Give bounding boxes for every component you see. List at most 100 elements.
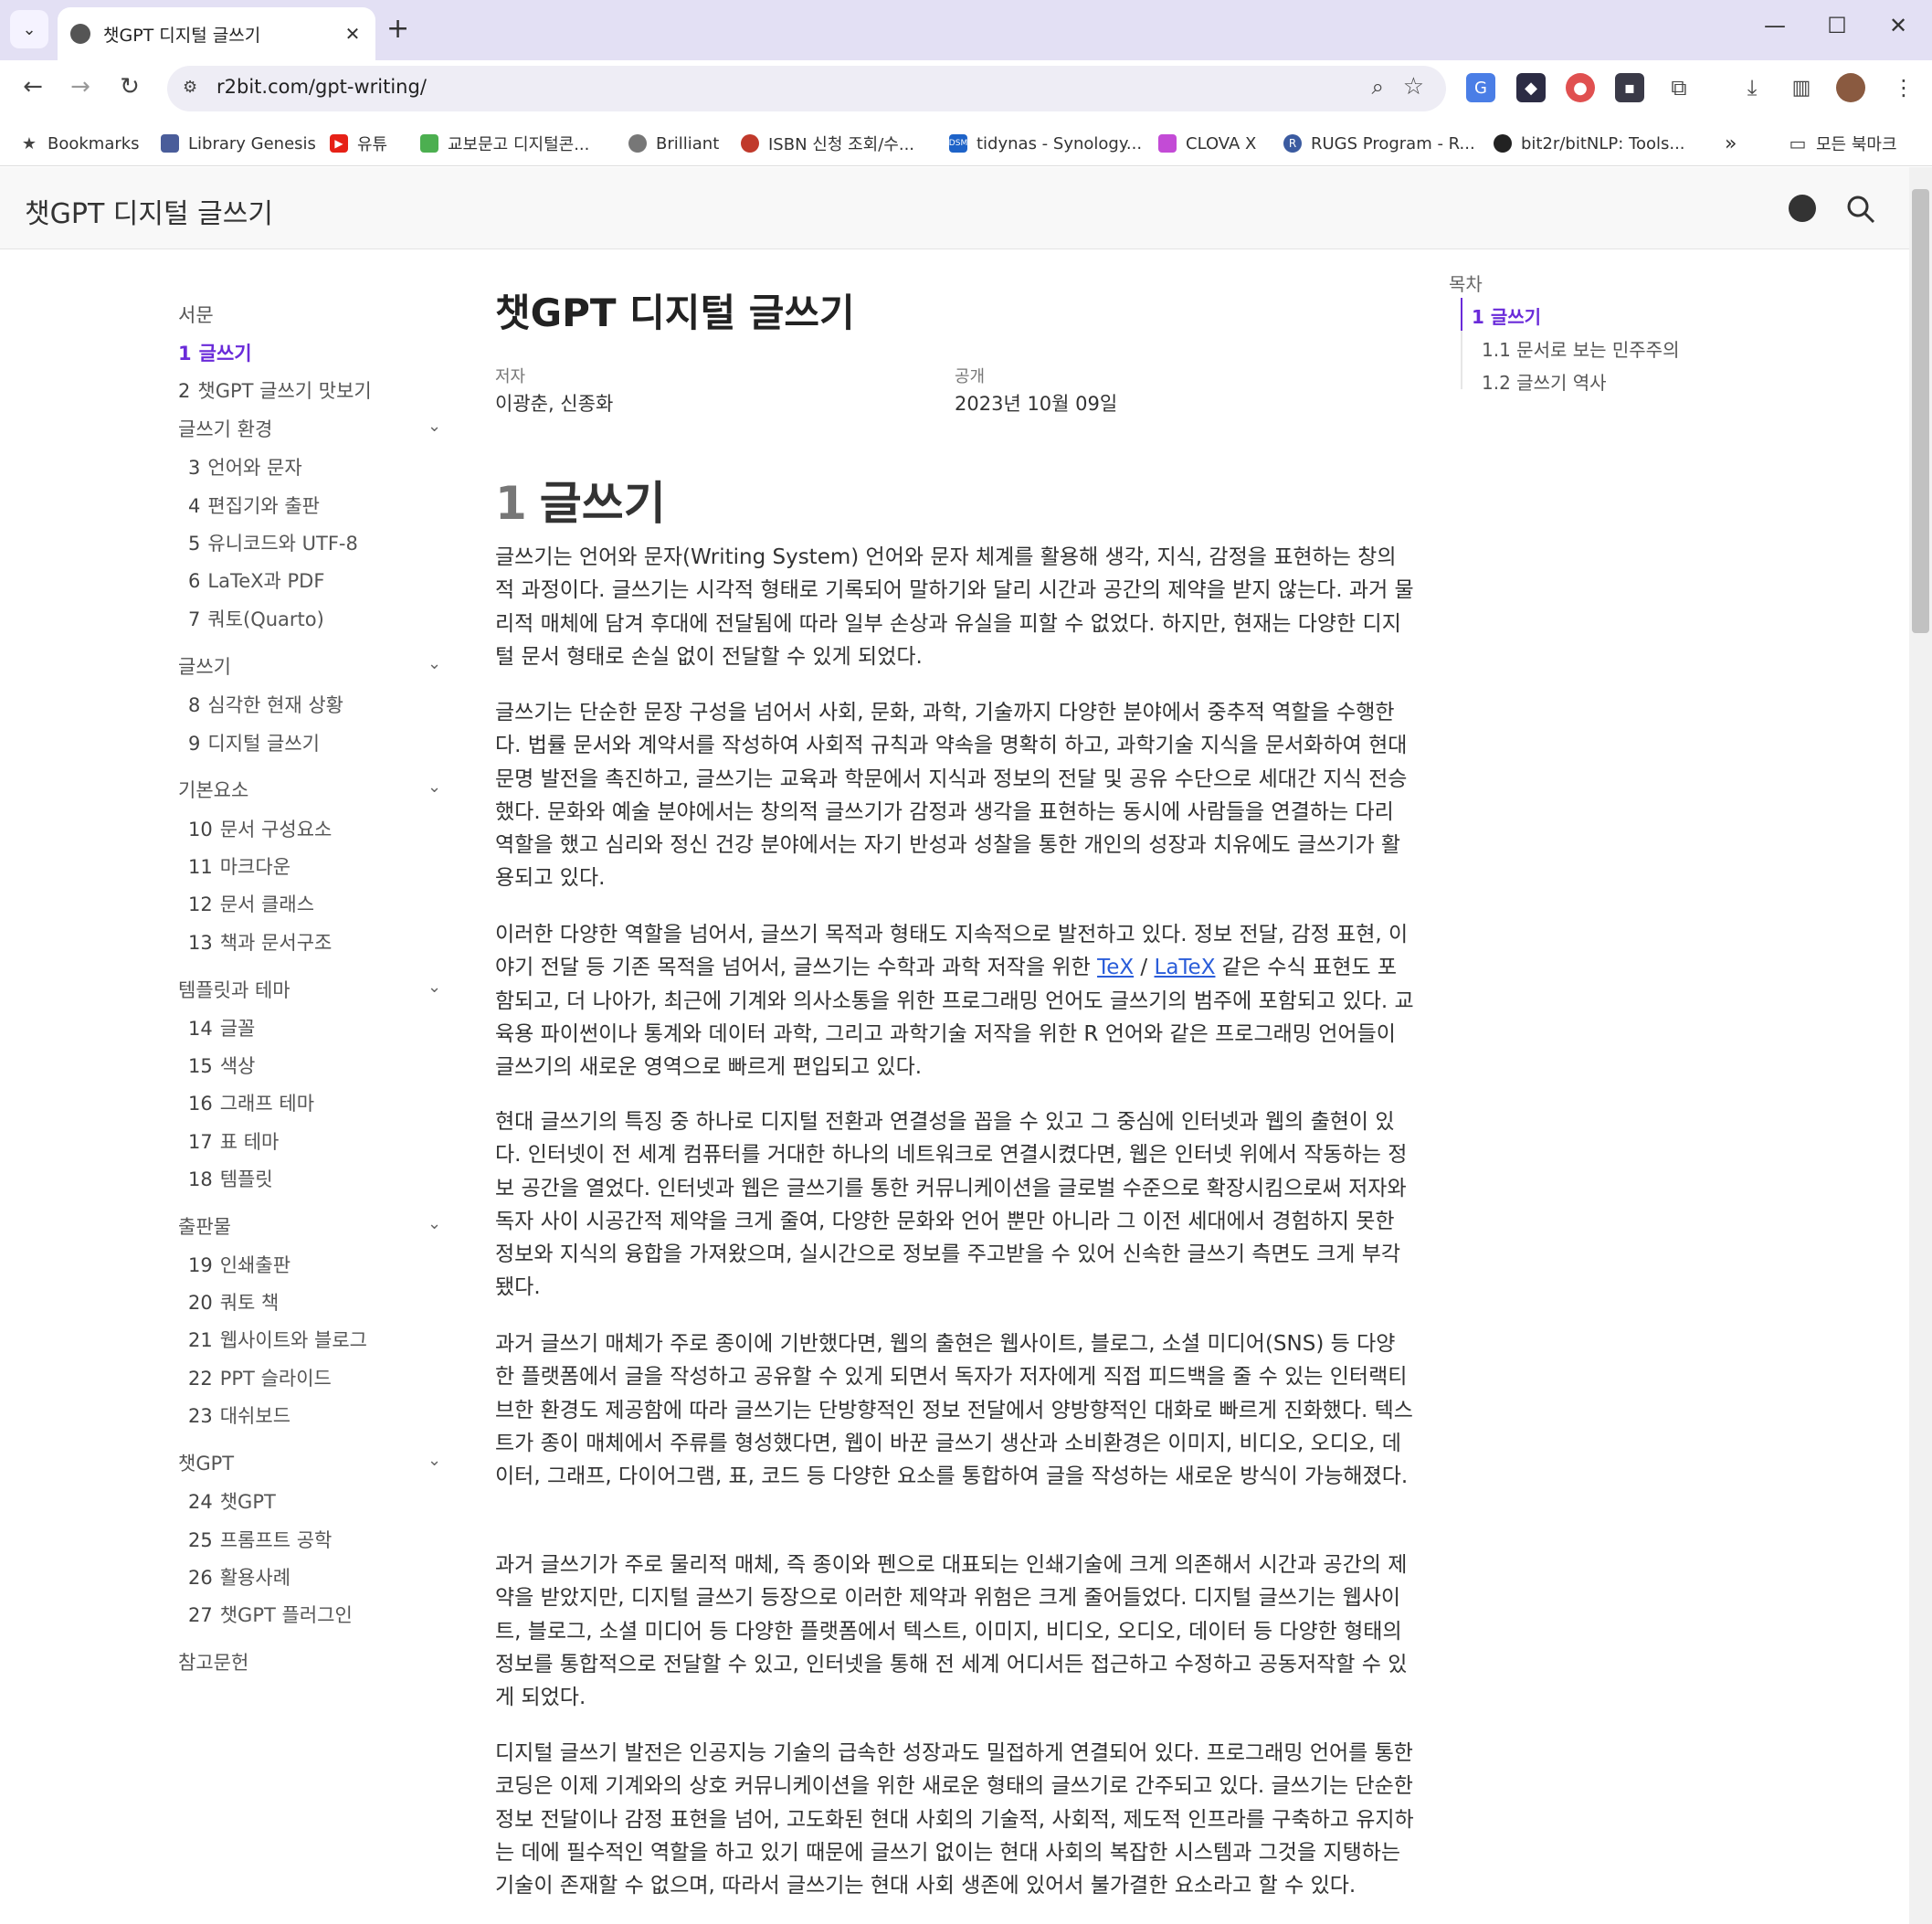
- all-bookmarks-folder[interactable]: ▭ 모든 북마크: [1789, 130, 1897, 157]
- page-content: 챗GPT 디지털 글쓰기 서문 1 글쓰기 2 챗GPT 글쓰기 맛보기 글쓰기 환…: [0, 167, 1909, 1924]
- sidebar-item[interactable]: 3 언어와 문자: [188, 453, 302, 481]
- chevron-down-icon[interactable]: ⌄: [428, 417, 441, 436]
- bookmark-item[interactable]: ISBN 신청 조회/수...: [741, 130, 914, 157]
- bookmark-item[interactable]: Brilliant: [628, 130, 719, 157]
- chevron-down-icon[interactable]: ⌄: [428, 978, 441, 997]
- author-value: 이광춘, 신종화: [495, 393, 614, 415]
- isbn-icon: [741, 134, 759, 153]
- bookmark-item[interactable]: R RUGS Program - R...: [1283, 130, 1475, 157]
- minimize-button[interactable]: —: [1757, 13, 1793, 38]
- github-icon: [1494, 134, 1512, 153]
- site-info-icon[interactable]: ⚙: [183, 78, 205, 100]
- close-window-button[interactable]: ✕: [1880, 13, 1916, 38]
- close-tab-icon[interactable]: ✕: [343, 23, 363, 45]
- puzzle-extensions-icon[interactable]: ⧉: [1664, 73, 1694, 102]
- address-bar[interactable]: ⚙ r2bit.com/gpt-writing/ ⌕ ☆: [167, 66, 1446, 111]
- back-button[interactable]: ←: [16, 73, 49, 100]
- sidebar-section-title[interactable]: 출판물: [178, 1212, 231, 1240]
- sidebar-item[interactable]: 23 대쉬보드: [188, 1401, 290, 1429]
- latex-link[interactable]: LaTeX: [1155, 956, 1216, 979]
- sidebar-item[interactable]: 9 디지털 글쓰기: [188, 729, 320, 756]
- sidebar-item[interactable]: 25 프롬프트 공학: [188, 1526, 332, 1553]
- menu-icon[interactable]: ⋮: [1889, 73, 1918, 102]
- sidebar-intro[interactable]: 서문: [178, 301, 214, 328]
- sidebar-item[interactable]: 2 챗GPT 글쓰기 맛보기: [178, 376, 372, 404]
- url-text[interactable]: r2bit.com/gpt-writing/: [216, 76, 427, 98]
- rugs-icon: R: [1283, 134, 1302, 153]
- sidebar-item[interactable]: 19 인쇄출판: [188, 1251, 290, 1278]
- bookmark-item[interactable]: 교보문고 디지털콘...: [420, 130, 589, 157]
- shield-extension-icon[interactable]: ◆: [1516, 73, 1546, 102]
- bookmark-item[interactable]: Library Genesis: [161, 130, 316, 157]
- bookmarks-bar: ★ Bookmarks Library Genesis ▶ 유튜 교보문고 디지털콘…: [0, 119, 1932, 166]
- maximize-button[interactable]: ☐: [1819, 13, 1855, 38]
- sidebar-item[interactable]: 15 색상: [188, 1052, 255, 1079]
- forward-button[interactable]: →: [64, 73, 97, 100]
- color-extension-icon[interactable]: ●: [1566, 73, 1595, 102]
- toc-rail-active: [1461, 298, 1462, 331]
- sidebar-section-title[interactable]: 기본요소: [178, 776, 248, 803]
- sidebar-item[interactable]: 14 글꼴: [188, 1014, 255, 1041]
- sidebar-item[interactable]: 4 편집기와 출판: [188, 492, 320, 519]
- search-icon[interactable]: [1846, 195, 1875, 224]
- sidebar-section-title[interactable]: 템플릿과 테마: [178, 976, 290, 1003]
- sidebar-item[interactable]: 16 그래프 테마: [188, 1089, 314, 1116]
- sidebar-item[interactable]: 22 PPT 슬라이드: [188, 1364, 332, 1391]
- toc-item[interactable]: 1.1 문서로 보는 민주주의: [1482, 335, 1679, 362]
- github-icon[interactable]: [1789, 195, 1816, 222]
- bookmark-item[interactable]: ★ Bookmarks: [20, 130, 140, 157]
- sidebar-item[interactable]: 12 문서 클래스: [188, 890, 314, 917]
- side-panel-icon[interactable]: ▥: [1787, 73, 1816, 102]
- sidebar-item[interactable]: 27 챗GPT 플러그인: [188, 1601, 353, 1628]
- reload-button[interactable]: ↻: [113, 73, 146, 100]
- chevron-down-icon[interactable]: ⌄: [428, 654, 441, 673]
- zoom-icon[interactable]: ⌕: [1372, 74, 1384, 100]
- sidebar-item[interactable]: 11 마크다운: [188, 852, 290, 880]
- sidebar-item-active[interactable]: 1 글쓰기: [178, 339, 252, 366]
- page-title: 챗GPT 디지털 글쓰기: [495, 291, 855, 335]
- sidebar-section-title[interactable]: 챗GPT: [178, 1449, 234, 1476]
- bookmark-item[interactable]: bit2r/bitNLP: Tools...: [1494, 130, 1685, 157]
- bookmark-item[interactable]: DSM tidynas - Synology...: [949, 130, 1142, 157]
- tab-search-button[interactable]: ⌄: [10, 10, 48, 48]
- bookmark-item[interactable]: ▶ 유튜: [330, 130, 387, 157]
- sidebar-section-title[interactable]: 글쓰기: [178, 652, 231, 680]
- sidebar-item[interactable]: 21 웹사이트와 블로그: [188, 1326, 367, 1353]
- chevron-down-icon[interactable]: ⌄: [428, 777, 441, 797]
- paragraph: 과거 글쓰기 매체가 주로 종이에 기반했다면, 웹의 출현은 웹사이트, 블로…: [495, 1332, 1413, 1489]
- sidebar-item[interactable]: 13 책과 문서구조: [188, 928, 332, 956]
- sidebar-item[interactable]: 10 문서 구성요소: [188, 815, 332, 842]
- sidebar-item[interactable]: 24 챗GPT: [188, 1487, 276, 1515]
- chevron-down-icon: ⌄: [22, 19, 37, 39]
- sidebar-references[interactable]: 참고문헌: [178, 1648, 248, 1676]
- sidebar-item[interactable]: 8 심각한 현재 상황: [188, 691, 343, 718]
- site-title[interactable]: 챗GPT 디지털 글쓰기: [25, 191, 273, 231]
- toc-item[interactable]: 1.2 글쓰기 역사: [1482, 368, 1607, 395]
- paragraph: 이러한 다양한 역할을 넘어서, 글쓰기 목적과 형태도 지속적으로 발전하고 …: [495, 923, 1414, 1080]
- toc-item-active[interactable]: 1 글쓰기: [1472, 302, 1541, 329]
- tex-link[interactable]: TeX: [1097, 956, 1134, 979]
- sidebar-item[interactable]: 20 쿼토 책: [188, 1288, 279, 1316]
- scrollbar-thumb[interactable]: [1912, 189, 1929, 633]
- sidebar-item[interactable]: 26 활용사례: [188, 1563, 290, 1591]
- new-tab-button[interactable]: +: [386, 13, 409, 46]
- folder-icon: ▭: [1789, 132, 1807, 154]
- game-extension-icon[interactable]: ▪: [1615, 73, 1644, 102]
- synology-icon: DSM: [949, 134, 967, 153]
- more-bookmarks-button[interactable]: »: [1725, 130, 1737, 157]
- sidebar-item[interactable]: 18 템플릿: [188, 1165, 273, 1192]
- bookmark-item[interactable]: CLOVA X: [1158, 130, 1256, 157]
- download-icon[interactable]: ⤓: [1737, 73, 1767, 102]
- profile-avatar[interactable]: [1836, 73, 1865, 102]
- translate-extension-icon[interactable]: G: [1466, 73, 1495, 102]
- chevron-down-icon[interactable]: ⌄: [428, 1214, 441, 1233]
- sidebar-item[interactable]: 7 쿼토(Quarto): [188, 605, 324, 632]
- sidebar-item[interactable]: 17 표 테마: [188, 1127, 279, 1155]
- chevron-down-icon[interactable]: ⌄: [428, 1451, 441, 1470]
- toc-heading: 목차: [1449, 273, 1483, 295]
- sidebar-section-title[interactable]: 글쓰기 환경: [178, 415, 272, 442]
- sidebar-item[interactable]: 6 LaTeX과 PDF: [188, 566, 324, 594]
- bookmark-star-icon[interactable]: ☆: [1403, 73, 1424, 100]
- browser-tab-active[interactable]: 챗GPT 디지털 글쓰기 ✕: [58, 7, 375, 60]
- sidebar-item[interactable]: 5 유니코드와 UTF-8: [188, 529, 358, 556]
